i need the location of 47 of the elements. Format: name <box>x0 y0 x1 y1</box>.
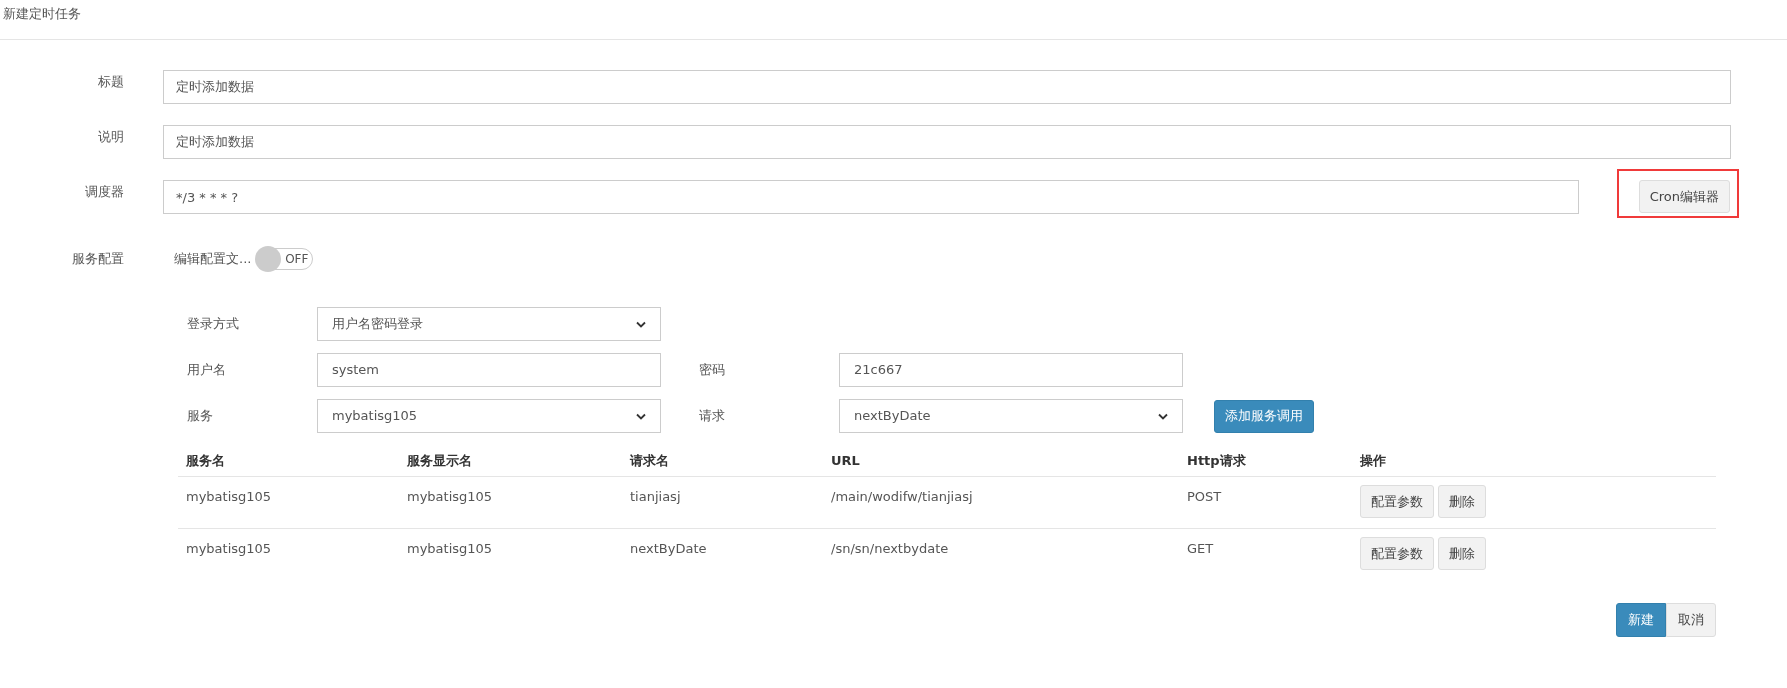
text-input[interactable]: 定时添加数据 <box>163 70 1731 104</box>
select-field[interactable]: mybatisg105 <box>317 399 661 433</box>
field-label: 说明 <box>97 128 124 146</box>
table-cell-text: mybatisg105 <box>406 488 494 506</box>
text-input[interactable]: system <box>317 353 661 387</box>
table-cell-text: GET <box>1186 540 1215 558</box>
field-label: 服务 <box>186 407 214 426</box>
column-header: 请求名 <box>628 451 670 470</box>
section-label: 服务配置 <box>71 250 124 269</box>
action-button[interactable]: 删除 <box>1438 537 1486 570</box>
toggle-label: 编辑配置文... <box>174 250 252 269</box>
cancel-button[interactable]: 取消 <box>1666 603 1716 637</box>
page-title: 新建定时任务 <box>0 0 1787 40</box>
field-label: 登录方式 <box>186 315 240 334</box>
table-cell-text: /sn/sn/nextbydate <box>830 540 950 558</box>
field-label: 标题 <box>97 73 124 91</box>
text-input[interactable]: 21c667 <box>839 353 1183 387</box>
field-label: 用户名 <box>186 361 227 380</box>
table-cell-text: nextByDate <box>629 540 708 558</box>
create-button[interactable]: 新建 <box>1616 603 1666 637</box>
column-header: 服务名 <box>185 451 226 470</box>
toggle-switch[interactable]: OFF <box>257 248 314 270</box>
column-header: 服务显示名 <box>406 451 473 470</box>
text-input[interactable]: 定时添加数据 <box>163 125 1731 159</box>
cron-editor-button[interactable]: Cron编辑器 <box>1638 180 1730 213</box>
action-button[interactable]: 删除 <box>1438 485 1486 518</box>
select-field[interactable]: 用户名密码登录 <box>317 307 661 341</box>
action-button[interactable]: 配置参数 <box>1360 537 1434 570</box>
column-header: URL <box>830 451 861 470</box>
column-header: 操作 <box>1359 451 1387 470</box>
add-service-button[interactable]: 添加服务调用 <box>1214 399 1314 433</box>
column-header: Http请求 <box>1186 451 1247 470</box>
table-cell-text: POST <box>1186 488 1223 506</box>
table-cell-text: mybatisg105 <box>406 540 494 558</box>
table-cell-text: /main/wodifw/tianjiasj <box>830 488 974 506</box>
table-cell-text: mybatisg105 <box>185 540 273 558</box>
chevron-down-icon <box>1158 412 1168 420</box>
field-label: 密码 <box>699 361 726 380</box>
field-label: 请求 <box>699 407 726 426</box>
text-input[interactable]: */3 * * * ? <box>163 180 1579 214</box>
table-cell-text: tianjiasj <box>629 488 682 506</box>
chevron-down-icon <box>636 320 646 328</box>
chevron-down-icon <box>636 412 646 420</box>
select-field[interactable]: nextByDate <box>839 399 1183 433</box>
action-button[interactable]: 配置参数 <box>1360 485 1434 518</box>
field-label: 调度器 <box>84 183 124 201</box>
table-cell-text: mybatisg105 <box>185 488 273 506</box>
